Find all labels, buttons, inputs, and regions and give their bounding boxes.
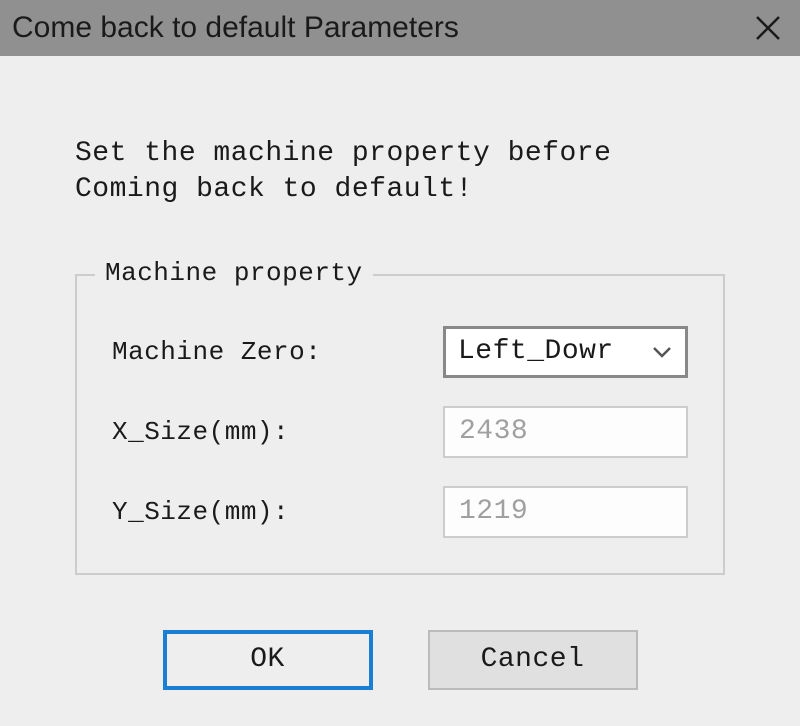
- y-size-value: 1219: [459, 496, 528, 527]
- x-size-label: X_Size(mm):: [112, 417, 289, 447]
- dialog-content: Set the machine property before Coming b…: [0, 56, 800, 690]
- y-size-row: Y_Size(mm): 1219: [112, 486, 688, 538]
- ok-button[interactable]: OK: [163, 630, 373, 690]
- machine-property-group: Machine property Machine Zero: Left_Dowr…: [75, 274, 725, 575]
- chevron-down-icon: [651, 341, 673, 363]
- group-legend: Machine property: [95, 258, 373, 288]
- machine-zero-row: Machine Zero: Left_Dowr: [112, 326, 688, 378]
- close-icon[interactable]: [754, 14, 782, 42]
- x-size-value: 2438: [459, 416, 528, 447]
- machine-zero-label: Machine Zero:: [112, 337, 321, 367]
- machine-zero-value: Left_Dowr: [458, 336, 614, 367]
- instruction-text: Set the machine property before Coming b…: [75, 136, 725, 209]
- machine-zero-select[interactable]: Left_Dowr: [443, 326, 688, 378]
- titlebar: Come back to default Parameters: [0, 0, 800, 56]
- y-size-input[interactable]: 1219: [443, 486, 688, 538]
- y-size-label: Y_Size(mm):: [112, 497, 289, 527]
- cancel-button[interactable]: Cancel: [428, 630, 638, 690]
- x-size-row: X_Size(mm): 2438: [112, 406, 688, 458]
- button-row: OK Cancel: [75, 625, 725, 690]
- dialog-title: Come back to default Parameters: [12, 11, 459, 45]
- x-size-input[interactable]: 2438: [443, 406, 688, 458]
